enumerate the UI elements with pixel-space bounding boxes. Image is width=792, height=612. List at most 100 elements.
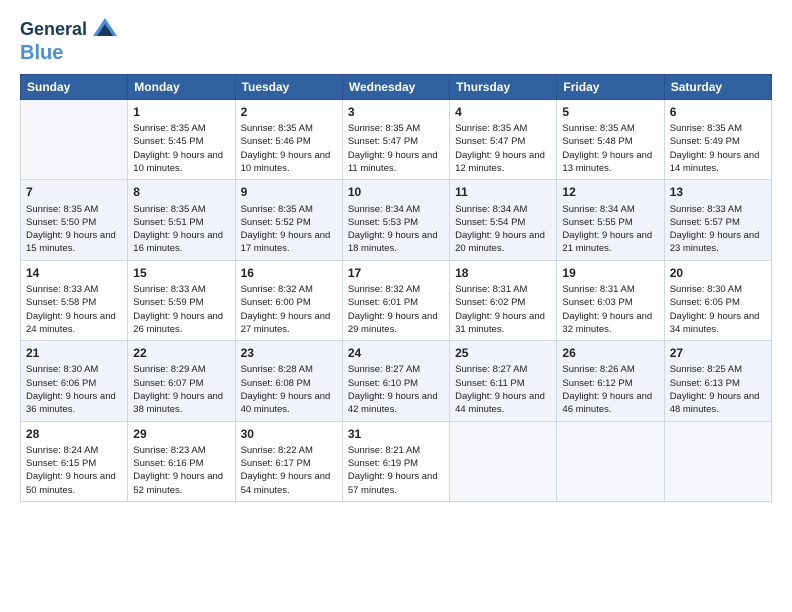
day-number: 19 (562, 265, 658, 281)
calendar-cell: 14Sunrise: 8:33 AMSunset: 5:58 PMDayligh… (21, 260, 128, 340)
cell-content: Sunrise: 8:35 AMSunset: 5:52 PMDaylight:… (241, 203, 337, 256)
day-number: 26 (562, 345, 658, 361)
day-number: 29 (133, 426, 229, 442)
day-number: 20 (670, 265, 766, 281)
cell-content: Sunrise: 8:27 AMSunset: 6:11 PMDaylight:… (455, 363, 551, 416)
week-row-5: 28Sunrise: 8:24 AMSunset: 6:15 PMDayligh… (21, 421, 772, 501)
cell-content: Sunrise: 8:27 AMSunset: 6:10 PMDaylight:… (348, 363, 444, 416)
day-number: 15 (133, 265, 229, 281)
cell-content: Sunrise: 8:33 AMSunset: 5:59 PMDaylight:… (133, 283, 229, 336)
week-row-1: 1 Sunrise: 8:35 AMSunset: 5:45 PMDaylight… (21, 100, 772, 180)
day-number: 22 (133, 345, 229, 361)
cell-content: Sunrise: 8:31 AMSunset: 6:03 PMDaylight:… (562, 283, 658, 336)
weekday-header-thursday: Thursday (450, 75, 557, 100)
calendar-cell (557, 421, 664, 501)
day-number: 14 (26, 265, 122, 281)
calendar-cell (21, 100, 128, 180)
calendar-cell: 12Sunrise: 8:34 AMSunset: 5:55 PMDayligh… (557, 180, 664, 260)
calendar-cell: 30 Sunrise: 8:22 AMSunset: 6:17 PMDayligh… (235, 421, 342, 501)
calendar-cell: 19 Sunrise: 8:31 AMSunset: 6:03 PMDayligh… (557, 260, 664, 340)
cell-content: Sunrise: 8:21 AMSunset: 6:19 PMDaylight:… (348, 444, 444, 497)
calendar-cell: 2 Sunrise: 8:35 AMSunset: 5:46 PMDaylight… (235, 100, 342, 180)
day-number: 3 (348, 104, 444, 120)
calendar-cell: 17Sunrise: 8:32 AMSunset: 6:01 PMDayligh… (342, 260, 449, 340)
cell-content: Sunrise: 8:35 AMSunset: 5:48 PMDaylight:… (562, 122, 658, 175)
calendar-cell (664, 421, 771, 501)
cell-content: Sunrise: 8:22 AMSunset: 6:17 PMDaylight:… (241, 444, 337, 497)
day-number: 6 (670, 104, 766, 120)
weekday-header-row: SundayMondayTuesdayWednesdayThursdayFrid… (21, 75, 772, 100)
calendar-cell: 3 Sunrise: 8:35 AMSunset: 5:47 PMDaylight… (342, 100, 449, 180)
calendar-cell: 11 Sunrise: 8:34 AMSunset: 5:54 PMDayligh… (450, 180, 557, 260)
cell-content: Sunrise: 8:35 AMSunset: 5:51 PMDaylight:… (133, 203, 229, 256)
cell-content: Sunrise: 8:28 AMSunset: 6:08 PMDaylight:… (241, 363, 337, 416)
cell-content: Sunrise: 8:30 AMSunset: 6:06 PMDaylight:… (26, 363, 122, 416)
calendar-cell: 1 Sunrise: 8:35 AMSunset: 5:45 PMDaylight… (128, 100, 235, 180)
calendar-cell: 26 Sunrise: 8:26 AMSunset: 6:12 PMDayligh… (557, 341, 664, 421)
day-number: 9 (241, 184, 337, 200)
day-number: 23 (241, 345, 337, 361)
calendar-cell: 6 Sunrise: 8:35 AMSunset: 5:49 PMDaylight… (664, 100, 771, 180)
day-number: 30 (241, 426, 337, 442)
cell-content: Sunrise: 8:35 AMSunset: 5:47 PMDaylight:… (348, 122, 444, 175)
calendar-cell: 4 Sunrise: 8:35 AMSunset: 5:47 PMDaylight… (450, 100, 557, 180)
day-number: 13 (670, 184, 766, 200)
calendar-cell: 28Sunrise: 8:24 AMSunset: 6:15 PMDayligh… (21, 421, 128, 501)
weekday-header-tuesday: Tuesday (235, 75, 342, 100)
cell-content: Sunrise: 8:35 AMSunset: 5:50 PMDaylight:… (26, 203, 122, 256)
day-number: 1 (133, 104, 229, 120)
cell-content: Sunrise: 8:24 AMSunset: 6:15 PMDaylight:… (26, 444, 122, 497)
logo-blue-text: Blue (20, 42, 63, 64)
cell-content: Sunrise: 8:31 AMSunset: 6:02 PMDaylight:… (455, 283, 551, 336)
cell-content: Sunrise: 8:33 AMSunset: 5:57 PMDaylight:… (670, 203, 766, 256)
logo-text: General (20, 20, 87, 40)
calendar-cell: 31 Sunrise: 8:21 AMSunset: 6:19 PMDayligh… (342, 421, 449, 501)
calendar-cell: 24Sunrise: 8:27 AMSunset: 6:10 PMDayligh… (342, 341, 449, 421)
calendar-cell: 23 Sunrise: 8:28 AMSunset: 6:08 PMDayligh… (235, 341, 342, 421)
weekday-header-wednesday: Wednesday (342, 75, 449, 100)
weekday-header-monday: Monday (128, 75, 235, 100)
calendar-cell: 15 Sunrise: 8:33 AMSunset: 5:59 PMDayligh… (128, 260, 235, 340)
day-number: 7 (26, 184, 122, 200)
calendar-cell: 9 Sunrise: 8:35 AMSunset: 5:52 PMDaylight… (235, 180, 342, 260)
day-number: 11 (455, 184, 551, 200)
day-number: 21 (26, 345, 122, 361)
day-number: 2 (241, 104, 337, 120)
cell-content: Sunrise: 8:34 AMSunset: 5:55 PMDaylight:… (562, 203, 658, 256)
logo: General Blue (20, 16, 119, 64)
day-number: 18 (455, 265, 551, 281)
calendar-cell: 18 Sunrise: 8:31 AMSunset: 6:02 PMDayligh… (450, 260, 557, 340)
day-number: 10 (348, 184, 444, 200)
day-number: 27 (670, 345, 766, 361)
calendar-table: SundayMondayTuesdayWednesdayThursdayFrid… (20, 74, 772, 502)
week-row-4: 21 Sunrise: 8:30 AMSunset: 6:06 PMDayligh… (21, 341, 772, 421)
cell-content: Sunrise: 8:32 AMSunset: 6:00 PMDaylight:… (241, 283, 337, 336)
day-number: 16 (241, 265, 337, 281)
calendar-cell: 16 Sunrise: 8:32 AMSunset: 6:00 PMDayligh… (235, 260, 342, 340)
cell-content: Sunrise: 8:23 AMSunset: 6:16 PMDaylight:… (133, 444, 229, 497)
cell-content: Sunrise: 8:26 AMSunset: 6:12 PMDaylight:… (562, 363, 658, 416)
cell-content: Sunrise: 8:25 AMSunset: 6:13 PMDaylight:… (670, 363, 766, 416)
calendar-cell: 7 Sunrise: 8:35 AMSunset: 5:50 PMDaylight… (21, 180, 128, 260)
weekday-header-saturday: Saturday (664, 75, 771, 100)
weekday-header-friday: Friday (557, 75, 664, 100)
cell-content: Sunrise: 8:29 AMSunset: 6:07 PMDaylight:… (133, 363, 229, 416)
cell-content: Sunrise: 8:34 AMSunset: 5:54 PMDaylight:… (455, 203, 551, 256)
day-number: 31 (348, 426, 444, 442)
header: General Blue (20, 16, 772, 64)
cell-content: Sunrise: 8:30 AMSunset: 6:05 PMDaylight:… (670, 283, 766, 336)
day-number: 5 (562, 104, 658, 120)
calendar-cell: 8Sunrise: 8:35 AMSunset: 5:51 PMDaylight… (128, 180, 235, 260)
cell-content: Sunrise: 8:35 AMSunset: 5:49 PMDaylight:… (670, 122, 766, 175)
calendar-cell: 21 Sunrise: 8:30 AMSunset: 6:06 PMDayligh… (21, 341, 128, 421)
week-row-2: 7 Sunrise: 8:35 AMSunset: 5:50 PMDaylight… (21, 180, 772, 260)
weekday-header-sunday: Sunday (21, 75, 128, 100)
cell-content: Sunrise: 8:35 AMSunset: 5:46 PMDaylight:… (241, 122, 337, 175)
cell-content: Sunrise: 8:35 AMSunset: 5:45 PMDaylight:… (133, 122, 229, 175)
cell-content: Sunrise: 8:34 AMSunset: 5:53 PMDaylight:… (348, 203, 444, 256)
cell-content: Sunrise: 8:35 AMSunset: 5:47 PMDaylight:… (455, 122, 551, 175)
calendar-cell: 13 Sunrise: 8:33 AMSunset: 5:57 PMDayligh… (664, 180, 771, 260)
week-row-3: 14Sunrise: 8:33 AMSunset: 5:58 PMDayligh… (21, 260, 772, 340)
calendar-cell: 22 Sunrise: 8:29 AMSunset: 6:07 PMDayligh… (128, 341, 235, 421)
day-number: 4 (455, 104, 551, 120)
